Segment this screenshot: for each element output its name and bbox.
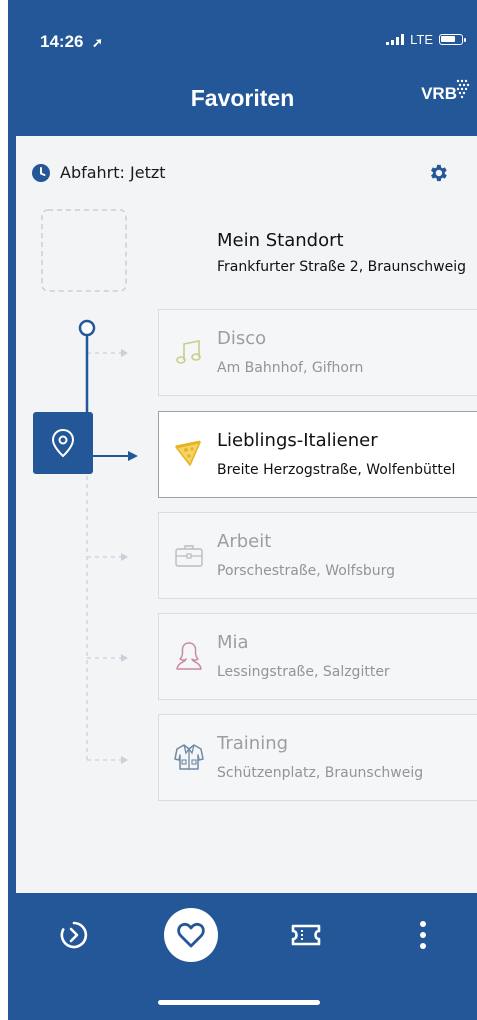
favorite-name: Arbeit [217, 531, 272, 552]
favorite-name: Disco [217, 328, 267, 349]
app-frame: 14:26 ➚ LTE Favoriten VRB Abfahrt: Jetzt… [8, 0, 477, 1020]
pizza-icon [175, 440, 201, 466]
tab-departure[interactable] [56, 917, 92, 953]
person-icon [176, 642, 202, 670]
battery-icon [439, 34, 466, 45]
map-pin-icon [51, 428, 75, 458]
page-title: Favoriten [190, 85, 295, 111]
ticket-icon [291, 924, 321, 946]
current-location-address: Frankfurter Straße 2, Braunschweig [217, 259, 467, 275]
more-icon [420, 921, 426, 949]
heart-icon [177, 922, 205, 948]
current-location[interactable]: Mein Standort Frankfurter Straße 2, Brau… [217, 230, 466, 275]
favorite-card-disco[interactable]: Disco Am Bahnhof, Gifhorn [158, 309, 477, 396]
selected-location-marker [33, 412, 93, 474]
favorite-card-arbeit[interactable]: Arbeit Porschestraße, Wolfsburg [158, 512, 477, 599]
favorite-name: Lieblings-Italiener [217, 430, 378, 451]
departure-icon [60, 921, 88, 949]
favorite-address: Am Bahnhof, Gifhorn [217, 360, 364, 376]
favorite-card-lieblings-italiener[interactable]: Lieblings-Italiener Breite Herzogstraße,… [158, 411, 477, 498]
briefcase-icon [175, 545, 203, 567]
tab-tickets[interactable] [288, 917, 324, 953]
favorite-address: Porschestraße, Wolfsburg [217, 563, 396, 579]
status-time: 14:26 [40, 32, 84, 51]
favorite-card-mia[interactable]: Mia Lessingstraße, Salzgitter [158, 613, 477, 700]
network-label: LTE [410, 32, 433, 47]
jacket-icon [174, 744, 204, 770]
favorite-address: Breite Herzogstraße, Wolfenbüttel [217, 462, 456, 478]
favorite-address: Lessingstraße, Salzgitter [217, 664, 390, 680]
home-indicator [158, 1000, 320, 1005]
favorites-list: Abfahrt: Jetzt Mein Standort Frankfurter… [16, 136, 477, 893]
logo-text: VRB [421, 84, 457, 103]
location-arrow-icon: ➚ [92, 35, 103, 50]
music-note-icon [176, 340, 201, 364]
current-location-name: Mein Standort [217, 230, 344, 251]
favorite-name: Mia [217, 632, 249, 653]
favorite-address: Schützenplatz, Braunschweig [217, 765, 424, 781]
vrb-logo: VRB [421, 79, 470, 104]
signal-icon [386, 34, 405, 45]
favorite-name: Training [217, 733, 289, 754]
tab-favorites[interactable] [164, 908, 218, 962]
status-bar: 14:26 ➚ LTE [8, 0, 477, 80]
tab-more[interactable] [408, 917, 438, 953]
favorite-card-training[interactable]: Training Schützenplatz, Braunschweig [158, 714, 477, 801]
